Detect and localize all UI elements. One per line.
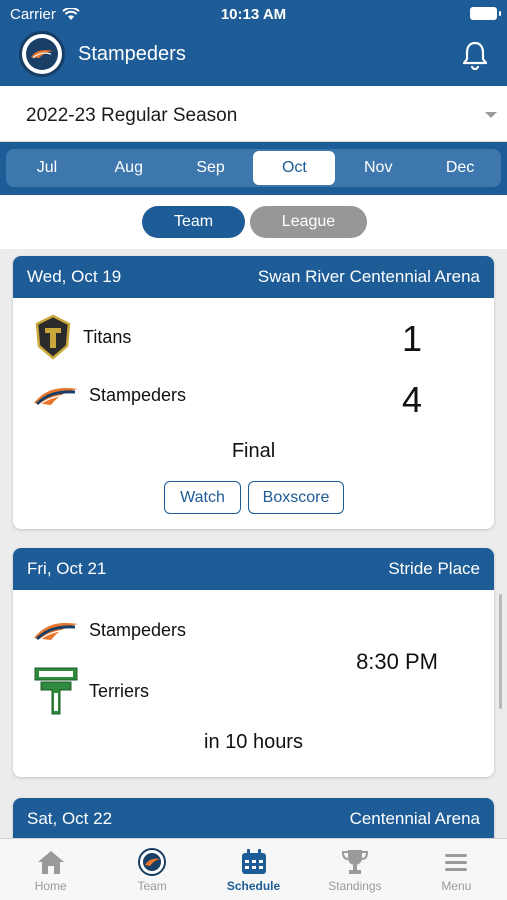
game-venue: Stride Place [388, 559, 480, 578]
calendar-icon [241, 849, 266, 874]
game-card[interactable]: Wed, Oct 19 Swan River Centennial Arena … [13, 256, 494, 529]
league-toggle-button[interactable]: League [250, 206, 367, 238]
team-row: Titans [33, 314, 131, 360]
stampeders-logo-icon [34, 387, 78, 406]
tab-label: Schedule [226, 879, 281, 893]
team-name: Stampeders [89, 384, 187, 405]
season-label: 2022-23 Regular Season [26, 105, 238, 126]
game-status: Final [231, 440, 276, 462]
chevron-down-icon [485, 112, 497, 118]
game-card[interactable]: Fri, Oct 21 Stride Place Stampeders 8:30… [13, 548, 494, 777]
nav-bar: Stampeders [0, 28, 507, 86]
team-name: Terriers [89, 680, 150, 701]
game-card-header: Wed, Oct 19 Swan River Centennial Arena [13, 256, 494, 298]
tab-menu[interactable]: Menu [406, 839, 507, 900]
team-logo-emblem [26, 38, 58, 70]
trophy-icon [341, 850, 368, 874]
tab-label: Standings [328, 879, 382, 893]
month-tab-oct[interactable]: Oct [253, 151, 336, 185]
month-selector: Jul Aug Sep Oct Nov Dec [0, 142, 507, 195]
game-date: Sat, Oct 22 [27, 809, 113, 828]
tab-label: Menu [441, 879, 472, 893]
stampeders-logo-icon [34, 622, 78, 641]
boxscore-button[interactable]: Boxscore [248, 481, 344, 514]
team-score: 1 [401, 318, 422, 359]
battery-icon [470, 7, 501, 20]
watch-button[interactable]: Watch [164, 481, 241, 514]
month-tab-sep[interactable]: Sep [170, 149, 252, 187]
terriers-logo-icon [34, 667, 78, 715]
month-tab-jul[interactable]: Jul [6, 149, 88, 187]
season-picker[interactable]: 2022-23 Regular Season [0, 86, 507, 142]
status-bar: Carrier 10:13 AM [0, 0, 507, 28]
team-row: Stampeders [33, 618, 186, 642]
tab-bar: Home Team Schedule Standings Menu [0, 838, 507, 900]
month-tab-nov[interactable]: Nov [337, 149, 419, 187]
tab-schedule[interactable]: Schedule [203, 839, 304, 900]
team-logo-icon [138, 848, 167, 876]
titans-logo-icon [35, 314, 71, 360]
tab-label: Home [34, 879, 67, 893]
status-time: 10:13 AM [220, 6, 287, 23]
game-date: Wed, Oct 19 [27, 267, 122, 286]
game-venue: Swan River Centennial Arena [257, 267, 480, 286]
home-icon [37, 851, 64, 874]
team-row: Terriers [33, 666, 149, 716]
team-logo[interactable] [19, 31, 65, 77]
month-segmented-control: Jul Aug Sep Oct Nov Dec [6, 149, 501, 187]
tab-team[interactable]: Team [101, 839, 202, 900]
team-score: 4 [401, 379, 422, 420]
bell-icon[interactable] [461, 40, 489, 70]
month-tab-aug[interactable]: Aug [88, 149, 170, 187]
game-date: Fri, Oct 21 [27, 559, 107, 578]
month-tab-dec[interactable]: Dec [419, 149, 501, 187]
tab-label: Team [137, 879, 167, 893]
scrollbar[interactable] [499, 594, 502, 709]
menu-icon [445, 854, 468, 871]
game-card-header: Sat, Oct 22 Centennial Arena [13, 798, 494, 840]
team-name: Stampeders [89, 619, 187, 640]
team-toggle-button[interactable]: Team [142, 206, 245, 238]
tab-standings[interactable]: Standings [304, 839, 405, 900]
game-time: 8:30 PM [356, 649, 438, 674]
page-title: Stampeders [78, 43, 186, 65]
team-row: Stampeders [33, 383, 186, 407]
tab-home[interactable]: Home [0, 839, 101, 900]
game-status: in 10 hours [204, 731, 303, 753]
scope-toggle: Team League [0, 195, 507, 249]
team-name: Titans [83, 326, 132, 347]
game-card-header: Fri, Oct 21 Stride Place [13, 548, 494, 590]
game-venue: Centennial Arena [349, 809, 480, 828]
